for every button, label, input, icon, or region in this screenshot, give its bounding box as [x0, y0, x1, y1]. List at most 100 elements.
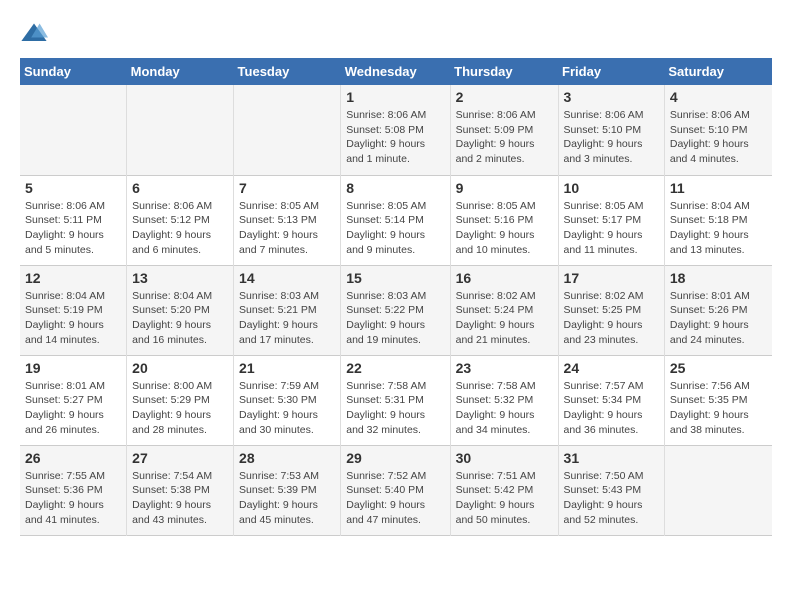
calendar-cell: 21 Sunrise: 7:59 AMSunset: 5:30 PMDayligh…	[234, 355, 341, 445]
day-number: 22	[346, 360, 444, 376]
calendar-cell: 26 Sunrise: 7:55 AMSunset: 5:36 PMDayligh…	[20, 445, 127, 535]
logo-icon	[20, 20, 48, 48]
day-info: Sunrise: 8:06 AMSunset: 5:10 PMDaylight:…	[564, 108, 659, 167]
day-info: Sunrise: 7:53 AMSunset: 5:39 PMDaylight:…	[239, 469, 335, 528]
day-number: 25	[670, 360, 767, 376]
day-number: 24	[564, 360, 659, 376]
day-header-sunday: Sunday	[20, 58, 127, 85]
calendar-table: SundayMondayTuesdayWednesdayThursdayFrid…	[20, 58, 772, 536]
day-info: Sunrise: 8:05 AMSunset: 5:13 PMDaylight:…	[239, 199, 335, 258]
calendar-cell: 22 Sunrise: 7:58 AMSunset: 5:31 PMDayligh…	[341, 355, 450, 445]
day-info: Sunrise: 8:02 AMSunset: 5:24 PMDaylight:…	[456, 289, 553, 348]
calendar-cell: 10Sunrise: 8:05 AMSunset: 5:17 PMDayligh…	[558, 175, 664, 265]
day-number: 7	[239, 180, 335, 196]
day-number: 4	[670, 89, 767, 105]
calendar-cell: 28Sunrise: 7:53 AMSunset: 5:39 PMDayligh…	[234, 445, 341, 535]
day-header-thursday: Thursday	[450, 58, 558, 85]
calendar-cell: 7 Sunrise: 8:05 AMSunset: 5:13 PMDaylight…	[234, 175, 341, 265]
day-number: 9	[456, 180, 553, 196]
calendar-cell	[127, 85, 234, 175]
day-info: Sunrise: 7:58 AMSunset: 5:32 PMDaylight:…	[456, 379, 553, 438]
calendar-cell: 3 Sunrise: 8:06 AMSunset: 5:10 PMDaylight…	[558, 85, 664, 175]
day-info: Sunrise: 7:59 AMSunset: 5:30 PMDaylight:…	[239, 379, 335, 438]
day-info: Sunrise: 7:57 AMSunset: 5:34 PMDaylight:…	[564, 379, 659, 438]
day-header-tuesday: Tuesday	[234, 58, 341, 85]
day-info: Sunrise: 7:55 AMSunset: 5:36 PMDaylight:…	[25, 469, 121, 528]
day-number: 13	[132, 270, 228, 286]
calendar-cell: 5 Sunrise: 8:06 AMSunset: 5:11 PMDaylight…	[20, 175, 127, 265]
calendar-cell	[234, 85, 341, 175]
day-info: Sunrise: 8:03 AMSunset: 5:21 PMDaylight:…	[239, 289, 335, 348]
day-number: 16	[456, 270, 553, 286]
day-number: 5	[25, 180, 121, 196]
day-info: Sunrise: 8:05 AMSunset: 5:14 PMDaylight:…	[346, 199, 444, 258]
calendar-week-row: 19 Sunrise: 8:01 AMSunset: 5:27 PMDayligh…	[20, 355, 772, 445]
day-number: 6	[132, 180, 228, 196]
day-number: 30	[456, 450, 553, 466]
calendar-cell: 1 Sunrise: 8:06 AMSunset: 5:08 PMDaylight…	[341, 85, 450, 175]
calendar-cell: 12 Sunrise: 8:04 AMSunset: 5:19 PMDayligh…	[20, 265, 127, 355]
calendar-cell: 14 Sunrise: 8:03 AMSunset: 5:21 PMDayligh…	[234, 265, 341, 355]
calendar-header-row: SundayMondayTuesdayWednesdayThursdayFrid…	[20, 58, 772, 85]
calendar-cell: 18Sunrise: 8:01 AMSunset: 5:26 PMDayligh…	[664, 265, 772, 355]
day-number: 31	[564, 450, 659, 466]
calendar-cell: 29 Sunrise: 7:52 AMSunset: 5:40 PMDayligh…	[341, 445, 450, 535]
calendar-cell: 19 Sunrise: 8:01 AMSunset: 5:27 PMDayligh…	[20, 355, 127, 445]
day-number: 11	[670, 180, 767, 196]
day-info: Sunrise: 8:05 AMSunset: 5:16 PMDaylight:…	[456, 199, 553, 258]
calendar-cell: 25 Sunrise: 7:56 AMSunset: 5:35 PMDayligh…	[664, 355, 772, 445]
day-number: 1	[346, 89, 444, 105]
calendar-cell: 15Sunrise: 8:03 AMSunset: 5:22 PMDayligh…	[341, 265, 450, 355]
day-number: 17	[564, 270, 659, 286]
day-number: 29	[346, 450, 444, 466]
day-number: 26	[25, 450, 121, 466]
day-info: Sunrise: 8:06 AMSunset: 5:09 PMDaylight:…	[456, 108, 553, 167]
calendar-cell: 24 Sunrise: 7:57 AMSunset: 5:34 PMDayligh…	[558, 355, 664, 445]
day-info: Sunrise: 8:01 AMSunset: 5:26 PMDaylight:…	[670, 289, 767, 348]
day-info: Sunrise: 8:04 AMSunset: 5:19 PMDaylight:…	[25, 289, 121, 348]
day-info: Sunrise: 8:06 AMSunset: 5:11 PMDaylight:…	[25, 199, 121, 258]
calendar-cell	[20, 85, 127, 175]
calendar-cell: 23 Sunrise: 7:58 AMSunset: 5:32 PMDayligh…	[450, 355, 558, 445]
calendar-cell: 30 Sunrise: 7:51 AMSunset: 5:42 PMDayligh…	[450, 445, 558, 535]
day-info: Sunrise: 7:56 AMSunset: 5:35 PMDaylight:…	[670, 379, 767, 438]
day-info: Sunrise: 8:04 AMSunset: 5:20 PMDaylight:…	[132, 289, 228, 348]
calendar-cell: 11 Sunrise: 8:04 AMSunset: 5:18 PMDayligh…	[664, 175, 772, 265]
day-number: 21	[239, 360, 335, 376]
calendar-cell	[664, 445, 772, 535]
calendar-cell: 6Sunrise: 8:06 AMSunset: 5:12 PMDaylight…	[127, 175, 234, 265]
day-info: Sunrise: 7:52 AMSunset: 5:40 PMDaylight:…	[346, 469, 444, 528]
day-number: 8	[346, 180, 444, 196]
day-number: 27	[132, 450, 228, 466]
calendar-week-row: 1 Sunrise: 8:06 AMSunset: 5:08 PMDaylight…	[20, 85, 772, 175]
day-info: Sunrise: 7:51 AMSunset: 5:42 PMDaylight:…	[456, 469, 553, 528]
calendar-cell: 9 Sunrise: 8:05 AMSunset: 5:16 PMDaylight…	[450, 175, 558, 265]
calendar-cell: 17Sunrise: 8:02 AMSunset: 5:25 PMDayligh…	[558, 265, 664, 355]
calendar-cell: 13 Sunrise: 8:04 AMSunset: 5:20 PMDayligh…	[127, 265, 234, 355]
day-number: 12	[25, 270, 121, 286]
day-header-saturday: Saturday	[664, 58, 772, 85]
day-number: 19	[25, 360, 121, 376]
day-info: Sunrise: 8:06 AMSunset: 5:08 PMDaylight:…	[346, 108, 444, 167]
day-number: 23	[456, 360, 553, 376]
day-number: 2	[456, 89, 553, 105]
day-number: 3	[564, 89, 659, 105]
day-number: 14	[239, 270, 335, 286]
calendar-week-row: 5 Sunrise: 8:06 AMSunset: 5:11 PMDaylight…	[20, 175, 772, 265]
day-info: Sunrise: 7:54 AMSunset: 5:38 PMDaylight:…	[132, 469, 228, 528]
calendar-cell: 16 Sunrise: 8:02 AMSunset: 5:24 PMDayligh…	[450, 265, 558, 355]
day-info: Sunrise: 8:01 AMSunset: 5:27 PMDaylight:…	[25, 379, 121, 438]
day-header-monday: Monday	[127, 58, 234, 85]
calendar-week-row: 12 Sunrise: 8:04 AMSunset: 5:19 PMDayligh…	[20, 265, 772, 355]
day-header-wednesday: Wednesday	[341, 58, 450, 85]
day-info: Sunrise: 8:00 AMSunset: 5:29 PMDaylight:…	[132, 379, 228, 438]
day-number: 15	[346, 270, 444, 286]
day-number: 10	[564, 180, 659, 196]
day-info: Sunrise: 7:58 AMSunset: 5:31 PMDaylight:…	[346, 379, 444, 438]
day-number: 20	[132, 360, 228, 376]
calendar-cell: 20 Sunrise: 8:00 AMSunset: 5:29 PMDayligh…	[127, 355, 234, 445]
day-info: Sunrise: 8:04 AMSunset: 5:18 PMDaylight:…	[670, 199, 767, 258]
day-header-friday: Friday	[558, 58, 664, 85]
calendar-cell: 2 Sunrise: 8:06 AMSunset: 5:09 PMDaylight…	[450, 85, 558, 175]
day-info: Sunrise: 8:06 AMSunset: 5:10 PMDaylight:…	[670, 108, 767, 167]
